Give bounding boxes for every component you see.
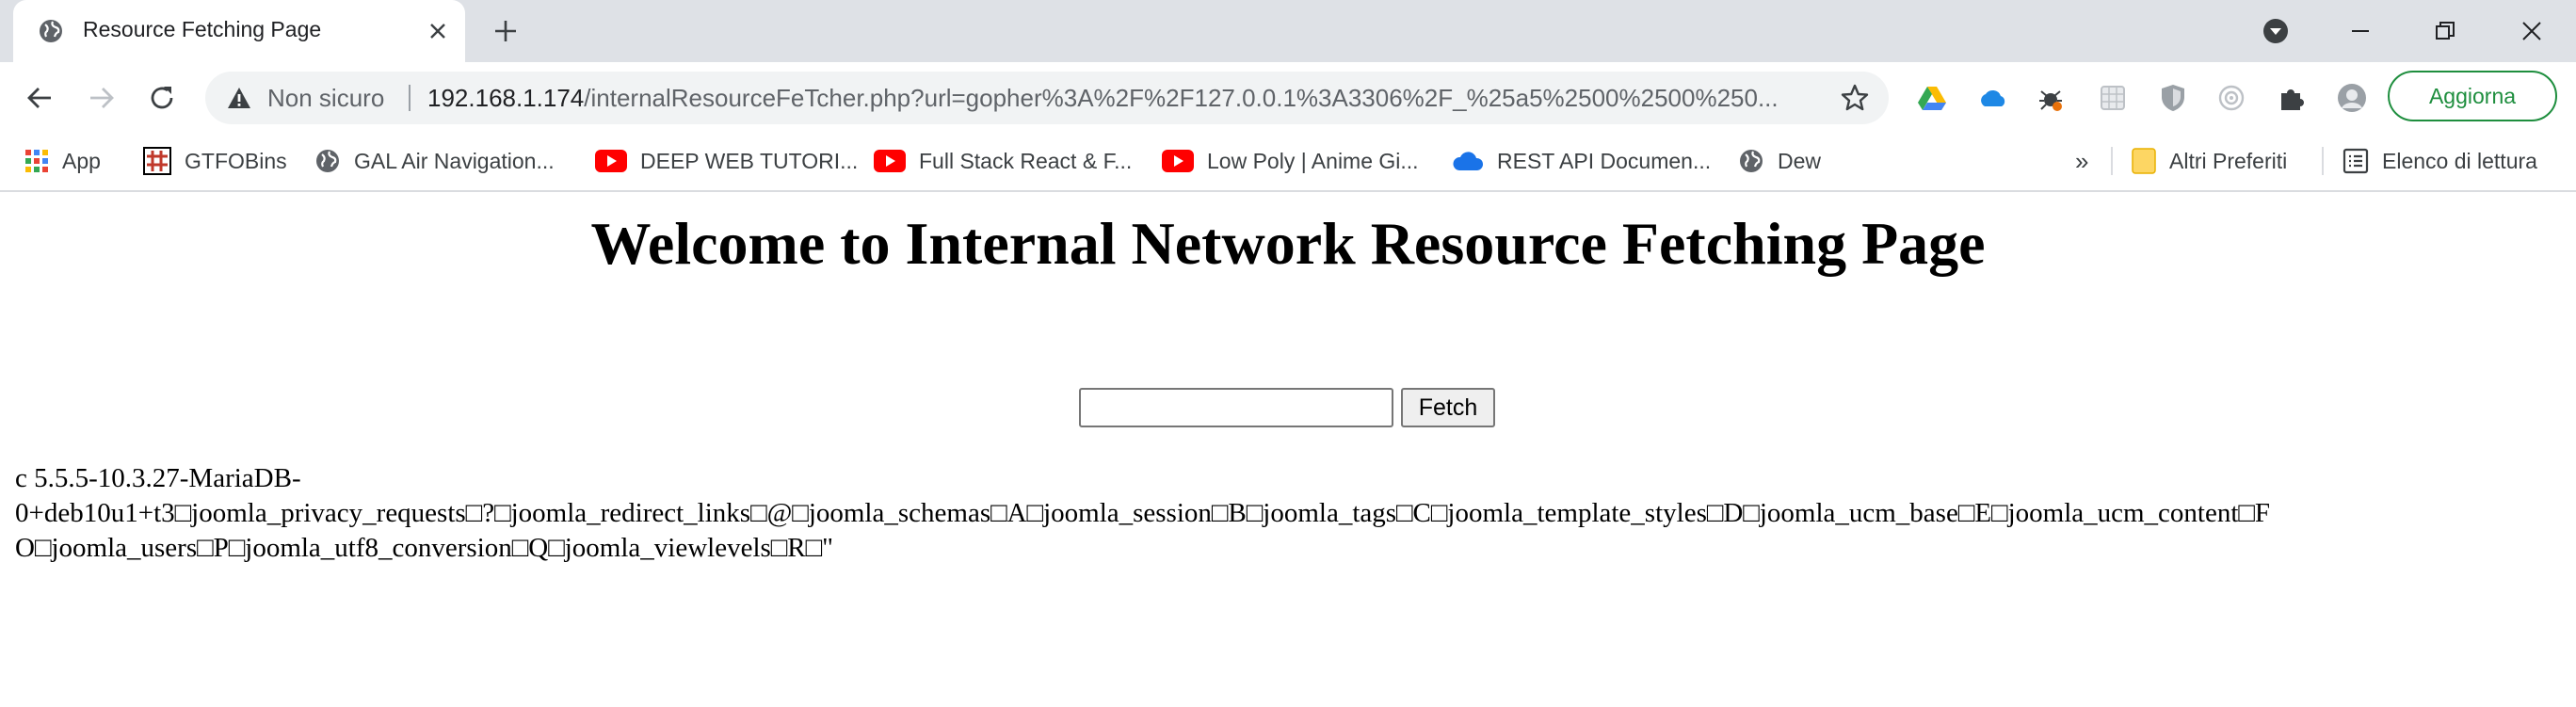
reading-list-button[interactable]: Elenco di lettura: [2343, 143, 2537, 179]
tab-search-icon[interactable]: [2260, 15, 2292, 47]
bookmark-label: REST API Documen...: [1497, 148, 1712, 173]
bookmark-label: App: [62, 148, 101, 173]
window-close-icon[interactable]: [2516, 15, 2548, 47]
bookmark-label: Low Poly | Anime Gi...: [1207, 148, 1419, 173]
globe-icon: [316, 150, 339, 172]
bookmark-deep-web[interactable]: DEEP WEB TUTORI...: [595, 143, 858, 179]
url-path: /internalResourceFeTcher.php?url=gopher%…: [584, 84, 1779, 112]
bookmark-label: DEEP WEB TUTORI...: [640, 148, 859, 173]
tab-strip: Resource Fetching Page: [0, 0, 2576, 62]
youtube-icon: [1162, 150, 1194, 172]
profile-avatar-icon[interactable]: [2335, 81, 2369, 115]
bookmark-gtfobins[interactable]: GTFOBins: [143, 143, 287, 179]
bookmarks-divider: [2322, 147, 2324, 175]
minimize-icon[interactable]: [2344, 15, 2376, 47]
bookmark-label: Full Stack React & F...: [919, 148, 1133, 173]
puzzle-extensions-icon[interactable]: [2275, 81, 2309, 115]
bookmark-other-folder[interactable]: Altri Preferiti: [2132, 143, 2287, 179]
browser-toolbar: Non sicuro 192.168.1.174/internalResourc…: [0, 62, 2576, 134]
result-line: 0+deb10u1+t3□joomla_privacy_requests□?□j…: [15, 498, 2271, 528]
tab-title: Resource Fetching Page: [83, 17, 322, 41]
address-bar[interactable]: Non sicuro 192.168.1.174/internalResourc…: [205, 72, 1889, 124]
bug-extension-icon[interactable]: [2034, 81, 2068, 115]
forward-arrow-icon[interactable]: [83, 79, 121, 117]
close-icon[interactable]: [424, 17, 452, 45]
page-content: Welcome to Internal Network Resource Fet…: [0, 192, 2576, 707]
bookmark-star-icon[interactable]: [1840, 83, 1870, 113]
bookmark-dew[interactable]: Dew: [1738, 143, 1821, 179]
back-arrow-icon[interactable]: [21, 79, 58, 117]
shield-icon[interactable]: [2156, 81, 2190, 115]
bookmarks-divider: [2111, 147, 2113, 175]
update-button[interactable]: Aggiorna: [2388, 71, 2557, 121]
result-line: c 5.5.5-10.3.27-MariaDB-: [15, 463, 301, 493]
globe-icon: [1740, 150, 1763, 172]
globe-icon: [38, 18, 64, 44]
bookmark-label: GAL Air Navigation...: [354, 148, 555, 173]
bookmarks-bar: App GTFOBins GAL Air Navigation... DEEP …: [0, 134, 2576, 192]
tab-active[interactable]: Resource Fetching Page: [13, 0, 465, 62]
bookmark-app[interactable]: App: [24, 143, 101, 179]
result-line: O□joomla_users□P□joomla_utf8_conversion□…: [15, 533, 834, 563]
folder-icon: [2132, 148, 2156, 174]
gtfobins-icon: [143, 147, 171, 175]
warning-icon[interactable]: [226, 85, 252, 111]
cloud-icon: [1453, 152, 1484, 170]
fetch-result: c 5.5.5-10.3.27-MariaDB- 0+deb10u1+t3□jo…: [15, 461, 2576, 566]
bookmark-label: Altri Preferiti: [2169, 148, 2288, 173]
new-tab-button[interactable]: [490, 15, 522, 47]
reading-list-icon: [2343, 148, 2369, 174]
security-label[interactable]: Non sicuro: [267, 84, 384, 113]
bookmark-label: Dew: [1778, 148, 1822, 173]
bookmark-rest-api[interactable]: REST API Documen...: [1452, 143, 1711, 179]
bookmark-gal-air[interactable]: GAL Air Navigation...: [314, 143, 555, 179]
url-input[interactable]: [1079, 388, 1393, 427]
bookmark-label: GTFOBins: [185, 148, 287, 173]
grid-extension-icon[interactable]: [2096, 81, 2130, 115]
fetch-button[interactable]: Fetch: [1401, 388, 1495, 427]
page-title: Welcome to Internal Network Resource Fet…: [590, 210, 1986, 277]
url-host: 192.168.1.174: [427, 84, 585, 112]
bookmark-full-stack[interactable]: Full Stack React & F...: [874, 143, 1132, 179]
reload-icon[interactable]: [143, 79, 181, 117]
omnibox-divider: [409, 85, 411, 111]
google-drive-icon[interactable]: [1915, 81, 1949, 115]
target-extension-icon[interactable]: [2214, 81, 2248, 115]
youtube-icon: [874, 150, 906, 172]
bookmarks-overflow-button[interactable]: »: [2075, 143, 2088, 179]
apps-grid-icon: [25, 150, 48, 172]
bookmark-low-poly[interactable]: Low Poly | Anime Gi...: [1162, 143, 1419, 179]
youtube-icon: [595, 150, 627, 172]
onedrive-cloud-icon[interactable]: [1975, 81, 2009, 115]
restore-icon[interactable]: [2429, 15, 2461, 47]
bookmark-label: Elenco di lettura: [2382, 148, 2537, 173]
url-text[interactable]: 192.168.1.174/internalResourceFeTcher.ph…: [427, 84, 1830, 113]
